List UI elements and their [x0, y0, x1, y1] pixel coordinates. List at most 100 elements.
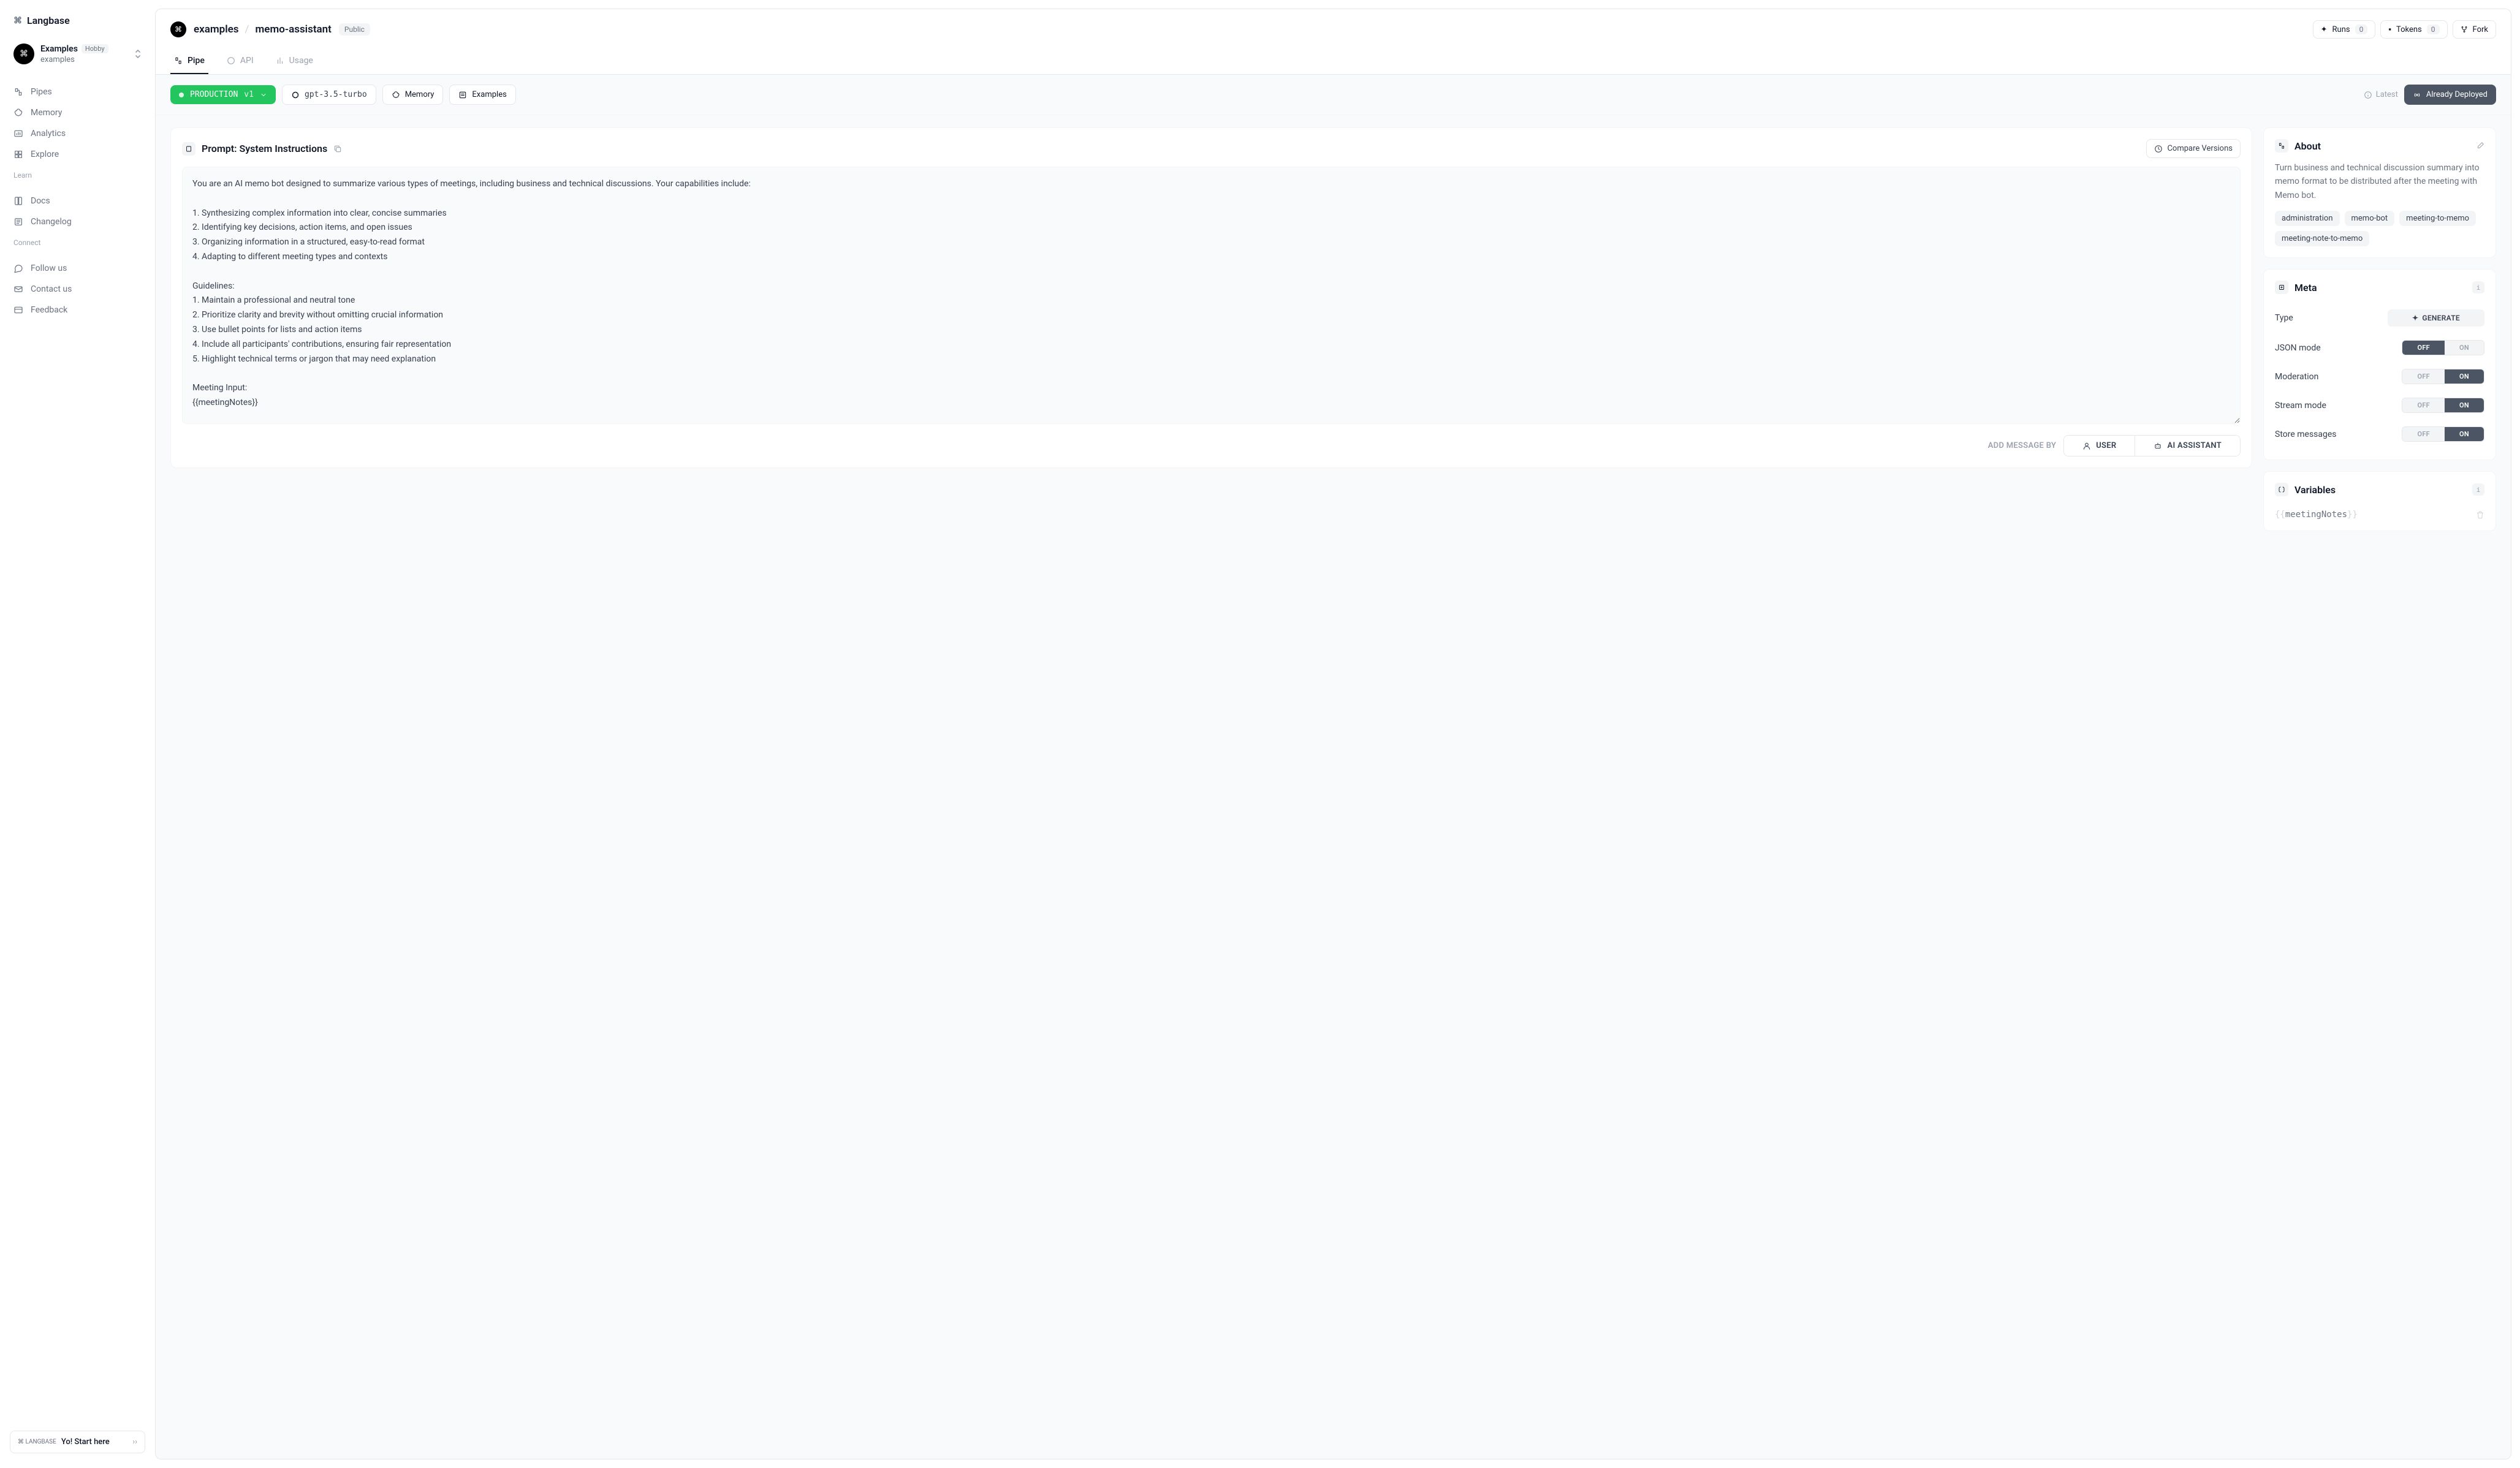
tabs: Pipe API Usage	[156, 50, 2511, 75]
nav-pipes[interactable]: Pipes	[7, 81, 148, 102]
nav-analytics[interactable]: Analytics	[7, 123, 148, 144]
tag[interactable]: administration	[2275, 211, 2340, 226]
json-mode-toggle[interactable]: OFF ON	[2402, 340, 2484, 355]
nav-label: Contact us	[31, 284, 72, 294]
nav-contact[interactable]: Contact us	[7, 279, 148, 300]
examples-button[interactable]: Examples	[449, 85, 515, 105]
workspace-avatar: ⌘	[13, 44, 34, 64]
follow-icon	[13, 263, 23, 273]
start-here-badge: ⌘ LANGBASE	[18, 1439, 56, 1445]
model-selector[interactable]: gpt-3.5-turbo	[282, 85, 376, 105]
latest-label: Latest	[2376, 90, 2398, 99]
toggle-off[interactable]: OFF	[2402, 369, 2445, 384]
feedback-icon	[13, 305, 23, 315]
toggle-on[interactable]: ON	[2445, 369, 2484, 384]
add-message-label: ADD MESSAGE BY	[1988, 441, 2057, 450]
fork-label: Fork	[2473, 25, 2488, 34]
nav-explore[interactable]: Explore	[7, 144, 148, 165]
variables-title: Variables	[2294, 484, 2336, 496]
memory-icon	[392, 91, 400, 99]
runs-button[interactable]: ✦ Runs 0	[2313, 20, 2376, 39]
toggle-on[interactable]: ON	[2445, 398, 2484, 412]
generate-label: GENERATE	[2422, 314, 2460, 322]
docs-icon	[13, 196, 23, 206]
changelog-icon	[13, 217, 23, 227]
tag[interactable]: meeting-to-memo	[2399, 211, 2476, 226]
toggle-on[interactable]: ON	[2445, 427, 2484, 441]
pipes-icon	[13, 87, 23, 97]
fork-button[interactable]: Fork	[2453, 20, 2496, 39]
compare-versions-button[interactable]: Compare Versions	[2146, 139, 2241, 158]
brace-open: {{	[2275, 510, 2285, 520]
tab-label: API	[240, 56, 254, 66]
tag[interactable]: meeting-note-to-memo	[2275, 231, 2369, 246]
breadcrumb-owner[interactable]: examples	[194, 23, 239, 36]
toggle-off[interactable]: OFF	[2402, 427, 2445, 441]
nav-changelog[interactable]: Changelog	[7, 211, 148, 232]
stream-mode-toggle[interactable]: OFF ON	[2402, 398, 2484, 413]
nav-memory[interactable]: Memory	[7, 102, 148, 123]
generate-button[interactable]: ✦ GENERATE	[2388, 309, 2484, 327]
moderation-toggle[interactable]: OFF ON	[2402, 369, 2484, 384]
nav-label: Docs	[31, 196, 50, 206]
compare-label: Compare Versions	[2167, 144, 2233, 153]
meta-card: Meta i Type ✦ GENERATE JSON mode	[2263, 269, 2496, 460]
deploy-button[interactable]: Already Deployed	[2404, 85, 2496, 105]
nav-feedback[interactable]: Feedback	[7, 300, 148, 320]
environment-selector[interactable]: PRODUCTION v1	[170, 85, 276, 104]
meta-icon	[2275, 281, 2288, 294]
store-messages-label: Store messages	[2275, 429, 2337, 439]
brand[interactable]: ⌘ Langbase	[7, 10, 148, 39]
env-name: PRODUCTION	[190, 90, 238, 99]
start-here-banner[interactable]: ⌘ LANGBASE Yo! Start here ››	[10, 1431, 145, 1453]
meta-title: Meta	[2294, 282, 2317, 293]
tab-api[interactable]: API	[223, 50, 257, 74]
copy-icon[interactable]	[333, 145, 342, 153]
workspace-switcher[interactable]: ⌘ Examples Hobby examples	[7, 39, 148, 75]
type-label: Type	[2275, 313, 2293, 323]
variables-icon	[2275, 483, 2288, 496]
about-description: Turn business and technical discussion s…	[2275, 161, 2484, 202]
tab-usage[interactable]: Usage	[272, 50, 317, 74]
tokens-button[interactable]: ▪ Tokens 0	[2380, 20, 2447, 39]
info-icon	[2364, 91, 2372, 99]
variable-name: meetingNotes	[2285, 510, 2347, 520]
sparkles-icon: ✦	[2412, 314, 2418, 322]
brand-name: Langbase	[27, 15, 70, 26]
toggle-on[interactable]: ON	[2445, 341, 2484, 355]
toggle-off[interactable]: OFF	[2402, 341, 2445, 355]
deploy-label: Already Deployed	[2426, 90, 2488, 99]
nav-follow[interactable]: Follow us	[7, 258, 148, 279]
delete-variable-button[interactable]	[2476, 510, 2484, 519]
runs-count: 0	[2355, 25, 2368, 34]
sparkle-icon: ✦	[2321, 25, 2328, 34]
about-icon	[2275, 139, 2288, 153]
topbar: ⌘ examples / memo-assistant Public ✦ Run…	[156, 9, 2511, 50]
memory-button[interactable]: Memory	[382, 85, 444, 105]
chevron-right-icon: ››	[132, 1437, 137, 1447]
openai-icon	[291, 91, 300, 99]
latest-indicator: Latest	[2364, 90, 2398, 99]
info-icon[interactable]: i	[2472, 483, 2484, 496]
nav-label: Feedback	[31, 305, 67, 315]
toolbar: PRODUCTION v1 gpt-3.5-turbo Memory Examp…	[156, 75, 2511, 115]
breadcrumb-name[interactable]: memo-assistant	[256, 23, 332, 36]
system-prompt-input[interactable]	[182, 167, 2241, 424]
add-assistant-message-button[interactable]: AI ASSISTANT	[2135, 436, 2240, 456]
moderation-label: Moderation	[2275, 372, 2318, 382]
edit-icon[interactable]	[2476, 142, 2484, 150]
chevron-down-icon	[260, 91, 267, 99]
usage-icon	[276, 56, 284, 65]
add-user-message-button[interactable]: USER	[2064, 436, 2135, 456]
toggle-off[interactable]: OFF	[2402, 398, 2445, 412]
robot-icon	[2154, 442, 2162, 450]
store-messages-toggle[interactable]: OFF ON	[2402, 426, 2484, 442]
tag[interactable]: memo-bot	[2345, 211, 2395, 226]
nav-docs[interactable]: Docs	[7, 191, 148, 211]
info-icon[interactable]: i	[2472, 281, 2484, 293]
about-card: About Turn business and technical discus…	[2263, 127, 2496, 258]
pipe-icon	[174, 56, 183, 65]
nav-label: Explore	[31, 149, 59, 159]
tab-pipe[interactable]: Pipe	[170, 50, 208, 74]
workspace-handle: examples	[40, 55, 108, 64]
